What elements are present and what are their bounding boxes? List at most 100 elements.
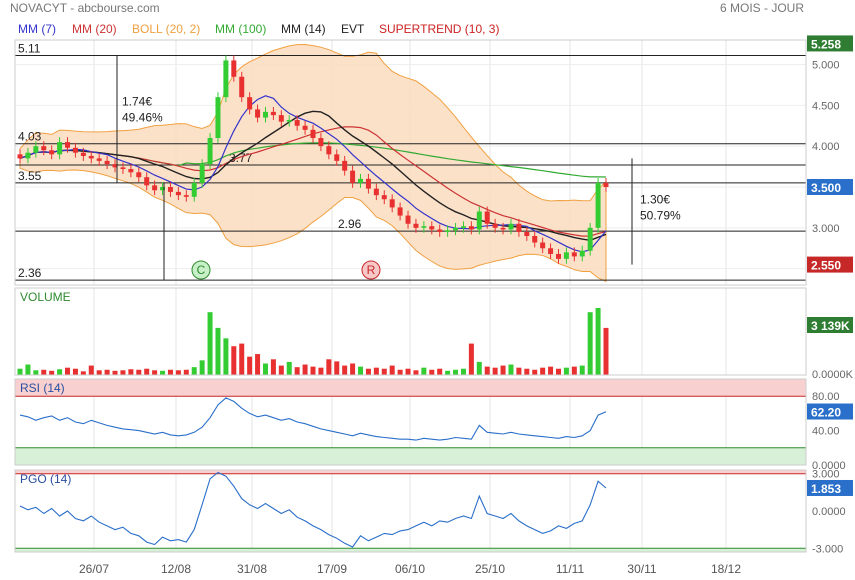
volume-bar xyxy=(603,327,609,375)
x-tick-label: 26/07 xyxy=(79,562,109,576)
volume-bar xyxy=(191,367,197,375)
candle-body xyxy=(334,154,340,161)
volume-bar xyxy=(286,361,292,375)
candle-body xyxy=(239,76,245,98)
indicator-legend: MM (7) MM (20) BOLL (20, 2) MM (100) MM (14)… xyxy=(18,22,499,36)
volume-bar xyxy=(239,343,245,375)
candle-body xyxy=(460,226,466,228)
y-tick-label: 0.0000 xyxy=(812,506,846,518)
volume-bar xyxy=(524,368,530,375)
volume-bar xyxy=(183,369,189,375)
candle-body xyxy=(152,185,158,191)
candle-body xyxy=(25,152,31,159)
candle-body xyxy=(199,164,205,183)
legend-mm20: MM (20) xyxy=(72,22,117,36)
candle-body xyxy=(484,211,490,224)
candle-body xyxy=(255,109,261,118)
candle-body xyxy=(33,146,39,153)
candle-body xyxy=(413,223,419,228)
y-tick-label: -3.000 xyxy=(812,543,843,555)
volume-bar xyxy=(72,368,78,375)
volume-bar xyxy=(65,367,71,375)
candle-body xyxy=(88,155,94,159)
candle-body xyxy=(358,178,364,183)
volume-title: VOLUME xyxy=(20,290,71,304)
candle-body xyxy=(41,146,47,151)
stock-chart: NOVACYT - abcbourse.com 6 MOIS - JOUR MM… xyxy=(10,1,854,576)
candle-body xyxy=(524,231,530,236)
candle-body xyxy=(579,250,585,257)
volume-bar xyxy=(421,367,427,375)
volume-bar xyxy=(25,364,31,375)
candle-body xyxy=(476,211,482,230)
candle-body xyxy=(215,97,221,138)
chart-title: NOVACYT - abcbourse.com xyxy=(10,1,160,15)
candle-body xyxy=(318,138,324,147)
candle-body xyxy=(397,207,403,216)
candle-body xyxy=(421,226,427,228)
candle-body xyxy=(365,178,371,189)
volume-bar xyxy=(262,363,268,375)
pgo-oversold-zone xyxy=(15,548,806,552)
volume-bar xyxy=(508,364,514,375)
candle-body xyxy=(262,111,268,118)
y-tick-label: 3.000 xyxy=(812,469,840,481)
candle-body xyxy=(72,147,78,153)
volume-bar xyxy=(548,366,554,375)
candle-body xyxy=(104,160,110,165)
y-tick-label: 40.00 xyxy=(812,426,840,438)
legend-evt: EVT xyxy=(341,22,365,36)
period-high-badge-text: 5.258 xyxy=(811,37,841,51)
volume-bar xyxy=(160,370,166,375)
volume-bar xyxy=(405,368,411,375)
volume-bar xyxy=(500,365,506,375)
candle-body xyxy=(278,115,284,122)
candle-body xyxy=(445,230,451,232)
y-tick-label: 4.500 xyxy=(812,100,840,112)
candle-body xyxy=(548,248,554,254)
candle-body xyxy=(57,142,63,155)
volume-bar xyxy=(294,367,300,375)
volume-bar xyxy=(41,369,47,375)
volume-bar xyxy=(563,367,569,375)
candle-body xyxy=(207,138,213,165)
volume-bar xyxy=(302,364,308,375)
candle-body xyxy=(350,170,356,183)
x-tick-label: 06/10 xyxy=(395,562,425,576)
volume-bar xyxy=(365,368,371,375)
volume-bar xyxy=(215,327,221,375)
candle-body xyxy=(191,182,197,197)
x-tick-label: 11/11 xyxy=(556,562,585,576)
candle-body xyxy=(310,129,316,138)
candle-body xyxy=(128,169,134,173)
legend-mm14: MM (14) xyxy=(281,22,326,36)
candle-body xyxy=(405,215,411,224)
candle-body xyxy=(453,227,459,231)
candle-body xyxy=(17,154,23,159)
legend-supertrend: SUPERTREND (10, 3) xyxy=(379,22,499,36)
volume-bar xyxy=(255,354,261,375)
volume-bar xyxy=(80,371,86,375)
pgo-overbought-zone xyxy=(15,470,806,474)
candle-body xyxy=(294,120,300,126)
event-label: C xyxy=(197,263,206,277)
range-annotation: 1.30€ xyxy=(640,192,670,206)
candle-body xyxy=(120,167,126,170)
candle-body xyxy=(136,172,142,178)
x-tick-label: 17/09 xyxy=(317,562,347,576)
volume-bar xyxy=(476,361,482,375)
volume-badge-text: 3 139K xyxy=(811,319,850,333)
volume-bar xyxy=(373,367,379,375)
candle-body xyxy=(532,236,538,243)
candle-body xyxy=(587,227,593,251)
candle-body xyxy=(595,182,601,228)
x-tick-label: 18/12 xyxy=(711,562,741,576)
candle-body xyxy=(223,60,229,98)
volume-bar xyxy=(270,359,276,375)
volume-bar xyxy=(587,312,593,375)
candle-body xyxy=(286,120,292,122)
rsi-overbought-zone xyxy=(15,379,806,397)
range-annotation: 1.74€ xyxy=(122,94,152,108)
candle-body xyxy=(247,97,253,110)
x-tick-label: 31/08 xyxy=(237,562,267,576)
